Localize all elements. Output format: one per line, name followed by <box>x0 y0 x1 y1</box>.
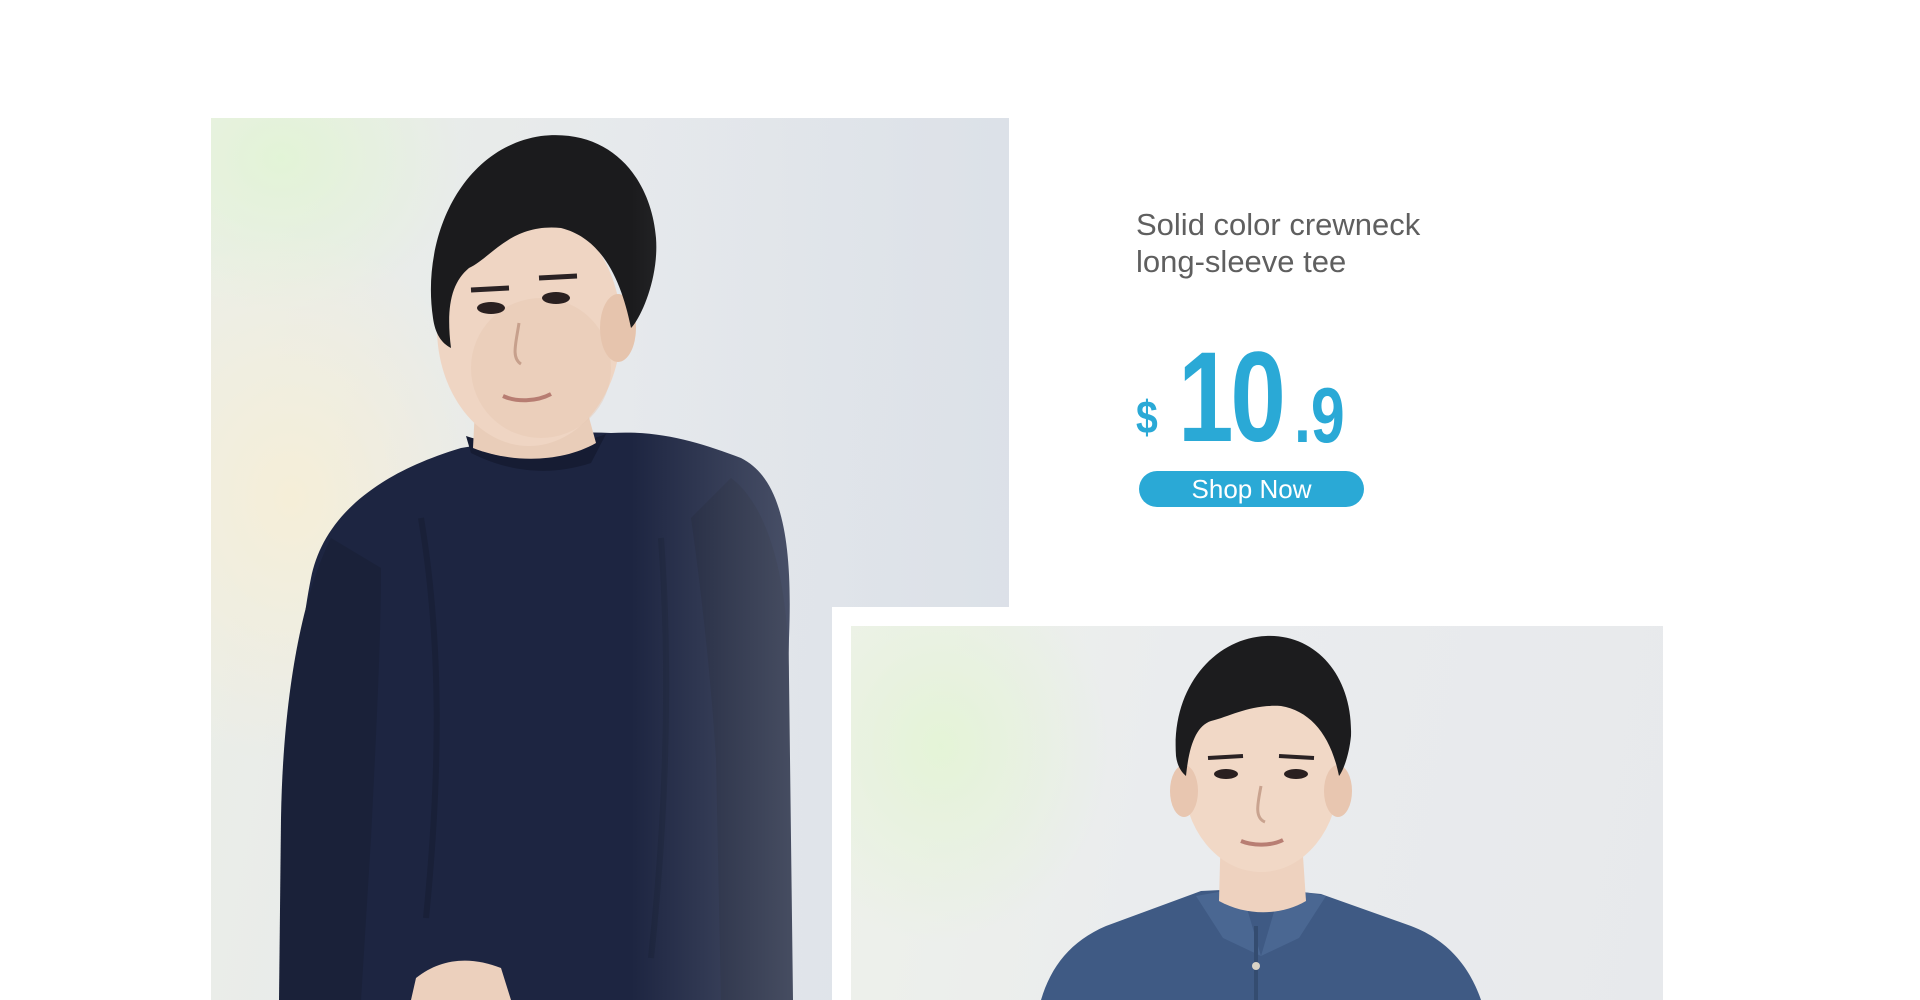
product-title-line-1: Solid color crewneck <box>1136 207 1421 242</box>
shop-now-button[interactable]: Shop Now <box>1139 471 1364 507</box>
price-integer: 10 <box>1178 326 1286 469</box>
product-title: Solid color crewneck long-sleeve tee <box>1136 206 1556 280</box>
price-decimal: .9 <box>1294 371 1345 459</box>
model-in-denim-shirt-illustration <box>1041 635 1481 1000</box>
product-title-line-2: long-sleeve tee <box>1136 244 1347 279</box>
price-currency: $ <box>1136 391 1158 443</box>
product-photo-secondary[interactable] <box>851 626 1663 1000</box>
